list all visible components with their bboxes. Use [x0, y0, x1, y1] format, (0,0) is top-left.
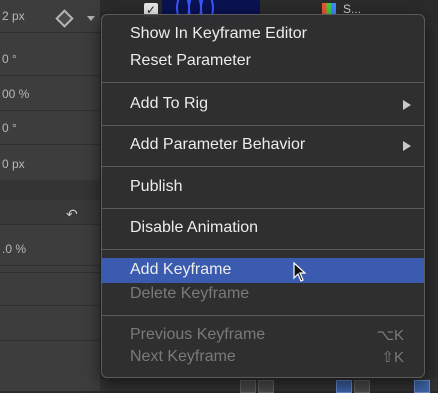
menu-separator — [102, 166, 424, 167]
menu-item-publish[interactable]: Publish — [102, 176, 424, 198]
menu-separator — [102, 315, 424, 316]
shortcut-label: ⇧K — [381, 349, 404, 366]
dropdown-arrow-icon[interactable] — [87, 16, 95, 21]
param-value[interactable]: 0 ° — [2, 121, 17, 135]
menu-item-label: Next Keyframe — [130, 348, 236, 365]
menu-item-label: Disable Animation — [130, 219, 259, 236]
divider — [0, 272, 100, 273]
menu-item-show-in-keyframe-editor[interactable]: Show In Keyframe Editor — [102, 23, 424, 45]
divider — [0, 305, 100, 306]
menu-item-label: Previous Keyframe — [130, 326, 266, 343]
footer-button[interactable] — [240, 380, 256, 393]
param-value[interactable]: 0 ° — [2, 52, 17, 66]
param-value[interactable]: 2 px — [2, 9, 25, 23]
menu-item-add-keyframe[interactable]: Add Keyframe — [102, 258, 424, 283]
menu-item-label: Reset Parameter — [130, 52, 251, 69]
reset-arrow-icon[interactable]: ↶ — [66, 206, 78, 223]
submenu-arrow-icon — [403, 141, 411, 151]
param-value[interactable]: 0 px — [2, 157, 25, 171]
menu-item-reset-parameter[interactable]: Reset Parameter — [102, 50, 424, 72]
footer-button[interactable] — [414, 380, 430, 393]
menu-item-label: Delete Keyframe — [130, 285, 250, 302]
menu-item-add-to-rig[interactable]: Add To Rig — [102, 93, 424, 115]
menu-item-label: Show In Keyframe Editor — [130, 25, 307, 42]
menu-item-add-parameter-behavior[interactable]: Add Parameter Behavior — [102, 134, 424, 156]
menu-item-label: Add Keyframe — [130, 261, 232, 278]
submenu-arrow-icon — [403, 100, 411, 110]
menu-item-label: Add To Rig — [130, 95, 208, 112]
param-value[interactable]: .0 % — [2, 242, 26, 256]
menu-separator — [102, 125, 424, 126]
menu-separator — [102, 82, 424, 83]
param-row-6[interactable]: .0 % — [0, 233, 100, 266]
footer-button[interactable] — [336, 380, 352, 393]
divider-band — [0, 180, 100, 200]
menu-item-label: Publish — [130, 178, 183, 195]
footer-button[interactable] — [258, 380, 274, 393]
param-row-1[interactable]: 2 px — [0, 0, 100, 33]
divider — [0, 340, 100, 341]
menu-item-delete-keyframe[interactable]: Delete Keyframe — [102, 283, 424, 305]
param-value[interactable]: 00 % — [2, 87, 29, 101]
param-row-2[interactable]: 0 ° — [0, 43, 100, 76]
keyframe-diamond-icon[interactable] — [55, 9, 74, 28]
mouse-cursor-icon — [293, 262, 307, 282]
footer-button[interactable] — [354, 380, 370, 393]
context-menu: Show In Keyframe Editor Reset Parameter … — [101, 14, 425, 378]
menu-item-label: Add Parameter Behavior — [130, 136, 306, 153]
section-header: ↶ — [0, 200, 100, 225]
inspector-panel: 2 px 0 ° 00 % 0 ° 0 px ↶ .0 % — [0, 0, 100, 391]
param-row-4[interactable]: 0 ° — [0, 112, 100, 145]
menu-separator — [102, 249, 424, 250]
shortcut-label: ⌥K — [376, 327, 404, 344]
menu-item-previous-keyframe[interactable]: Previous Keyframe ⌥K — [102, 324, 424, 346]
menu-item-next-keyframe[interactable]: Next Keyframe ⇧K — [102, 346, 424, 368]
menu-item-disable-animation[interactable]: Disable Animation — [102, 217, 424, 239]
menu-separator — [102, 208, 424, 209]
param-row-3[interactable]: 00 % — [0, 78, 100, 111]
param-row-5[interactable]: 0 px — [0, 148, 100, 181]
